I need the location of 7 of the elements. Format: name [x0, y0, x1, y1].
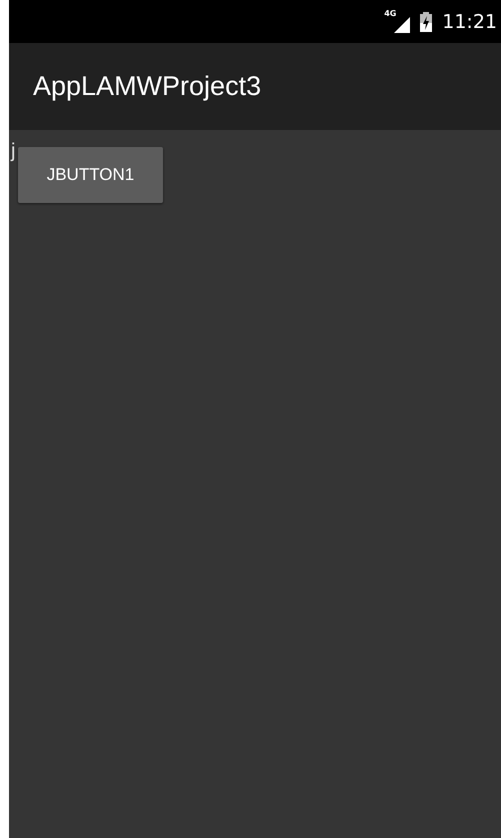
text-view: j [11, 140, 16, 163]
network-label: 4G [384, 8, 396, 18]
clock-time: 11:21 [442, 10, 497, 32]
jbutton[interactable]: JBUTTON1 [18, 147, 163, 203]
app-title: AppLAMWProject3 [33, 71, 262, 102]
signal-icon [394, 16, 410, 32]
battery-charging-icon [420, 12, 432, 32]
